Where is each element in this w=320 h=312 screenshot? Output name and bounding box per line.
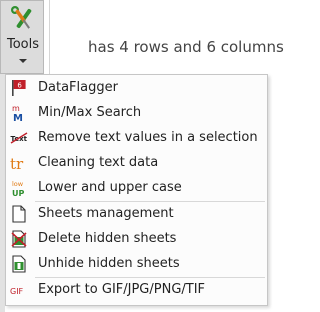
tools-label: Tools — [6, 37, 40, 52]
menu-item-label: Cleaning text data — [38, 155, 159, 170]
menu-item-unhide-hidden-sheets[interactable]: Unhide hidden sheets — [6, 252, 267, 277]
menu-item-label: Sheets management — [38, 206, 174, 221]
tools-icon — [11, 6, 32, 29]
ribbon-divider — [49, 0, 50, 74]
menu-item-cleaning-text[interactable]: tr Cleaning text data — [6, 151, 267, 176]
menu-item-label: Delete hidden sheets — [38, 231, 177, 246]
menu-item-label: Min/Max Search — [38, 105, 142, 120]
menu-item-label: Unhide hidden sheets — [38, 256, 180, 271]
menu-item-label: Remove text values in a selection — [38, 130, 258, 145]
menu-item-label: Export to GIF/JPG/PNG/TIF — [38, 282, 206, 297]
min-max-search-icon: m M — [12, 104, 23, 122]
menu-item-label: DataFlagger — [38, 80, 118, 95]
remove-text-icon: Text — [11, 132, 28, 144]
menu-item-remove-text[interactable]: Text Remove text values in a selection — [6, 126, 267, 151]
lower-upper-case-icon: low UP — [12, 180, 24, 197]
delete-hidden-sheets-icon — [11, 230, 27, 248]
min-max-icon-bottom: M — [13, 113, 23, 122]
export-image-icon: GIF — [10, 287, 24, 296]
menu-item-lower-upper-case[interactable]: low UP Lower and upper case — [6, 176, 267, 201]
cleaning-text-icon: tr — [10, 155, 24, 172]
tools-ribbon-button[interactable]: Tools — [0, 0, 44, 74]
case-icon-top: low — [12, 180, 24, 188]
menu-item-min-max-search[interactable]: m M Min/Max Search — [6, 101, 267, 126]
background-sheet-text: has 4 rows and 6 columns — [88, 38, 284, 56]
sheets-management-icon — [12, 205, 26, 223]
case-icon-bottom: UP — [12, 189, 24, 197]
menu-item-delete-hidden-sheets[interactable]: Delete hidden sheets — [6, 227, 267, 252]
menu-item-dataflagger[interactable]: 6 DataFlagger — [6, 76, 267, 101]
export-icon-text: GIF — [10, 287, 24, 296]
tools-dropdown-menu: 6 DataFlagger m M Min/Max Search Text Re… — [5, 74, 268, 306]
cleaning-text-icon-text: tr — [10, 155, 24, 172]
menu-item-export-image[interactable]: GIF Export to GIF/JPG/PNG/TIF — [6, 278, 267, 303]
menu-item-sheets-management[interactable]: Sheets management — [6, 202, 267, 227]
dataflagger-icon: 6 — [12, 80, 26, 96]
dataflagger-icon-text: 6 — [17, 82, 22, 90]
menu-item-label: Lower and upper case — [38, 180, 182, 195]
unhide-hidden-sheets-icon — [12, 255, 26, 273]
min-max-icon-top: m — [12, 104, 20, 113]
chevron-down-icon — [19, 59, 27, 63]
